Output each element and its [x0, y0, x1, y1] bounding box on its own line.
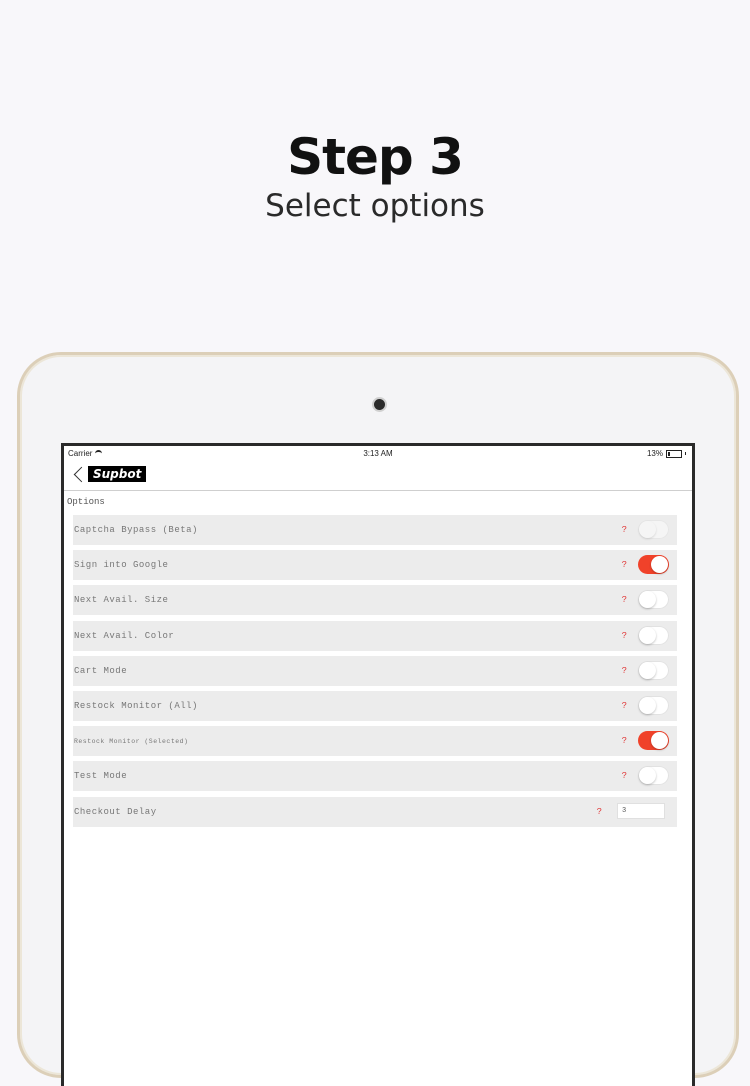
option-label: Captcha Bypass (Beta)	[74, 525, 198, 535]
battery-status: 13%	[647, 449, 686, 458]
option-row: Next Avail. Color?	[73, 620, 677, 651]
option-row: Test Mode?	[73, 761, 677, 792]
help-icon[interactable]: ?	[597, 807, 602, 817]
option-toggle[interactable]	[638, 696, 669, 715]
toggle-knob	[639, 591, 656, 609]
option-label: Next Avail. Color	[74, 630, 175, 641]
help-icon[interactable]: ?	[622, 525, 627, 535]
option-toggle[interactable]	[638, 660, 669, 680]
help-icon[interactable]: ?	[622, 771, 627, 781]
back-chevron-icon[interactable]	[73, 466, 90, 483]
option-row: Sign into Google?	[73, 550, 677, 581]
help-icon[interactable]: ?	[622, 595, 627, 605]
toggle-knob	[639, 767, 656, 785]
option-row: Restock Monitor (All)?	[73, 691, 677, 721]
status-time: 3:13 AM	[363, 449, 393, 458]
help-icon[interactable]: ?	[622, 736, 627, 746]
option-label: Restock Monitor (All)	[74, 701, 198, 711]
battery-icon	[666, 449, 682, 458]
battery-percent: 13%	[646, 449, 663, 458]
option-label: Cart Mode	[74, 665, 128, 676]
option-label: Sign into Google	[74, 560, 169, 571]
toggle-knob	[639, 626, 656, 644]
help-icon[interactable]: ?	[622, 701, 627, 711]
help-icon[interactable]: ?	[622, 560, 627, 570]
step-subtitle: Select options	[265, 188, 485, 224]
ipad-frame: Carrier 3:13 AM 13% Supbot Options Captc…	[17, 352, 739, 1086]
option-label: Next Avail. Size	[74, 595, 169, 606]
toggle-knob	[639, 661, 656, 679]
toggle-knob	[651, 732, 668, 750]
option-toggle[interactable]	[638, 555, 669, 575]
option-toggle[interactable]	[638, 731, 669, 751]
option-label: Restock Monitor (Selected)	[74, 738, 189, 746]
option-label: Test Mode	[74, 771, 128, 782]
status-bar: Carrier 3:13 AM 13%	[64, 446, 692, 460]
step-title: Step 3	[287, 128, 464, 186]
nav-bar: Supbot	[64, 460, 692, 491]
option-toggle[interactable]	[638, 766, 669, 786]
help-icon[interactable]: ?	[622, 666, 627, 676]
checkout-delay-input[interactable]: 3	[617, 802, 665, 819]
toggle-knob	[639, 521, 656, 538]
option-row: Next Avail. Size?	[73, 585, 677, 616]
option-row: Captcha Bypass (Beta)?	[73, 515, 677, 545]
help-icon[interactable]: ?	[622, 631, 627, 641]
option-toggle[interactable]	[638, 625, 669, 645]
toggle-knob	[651, 556, 668, 574]
option-toggle[interactable]	[638, 520, 669, 539]
option-toggle[interactable]	[638, 590, 669, 610]
supbot-logo: Supbot	[88, 466, 147, 482]
options-title: Options	[67, 497, 105, 507]
option-row: Cart Mode?	[73, 655, 677, 686]
checkout-delay-row: Checkout Delay? 3	[73, 796, 677, 827]
camera-icon	[372, 397, 387, 412]
checkout-delay-label: Checkout Delay	[74, 806, 157, 817]
app-screen: Carrier 3:13 AM 13% Supbot Options Captc…	[61, 443, 695, 1086]
option-row: Restock Monitor (Selected)?	[73, 726, 677, 757]
toggle-knob	[639, 697, 656, 714]
